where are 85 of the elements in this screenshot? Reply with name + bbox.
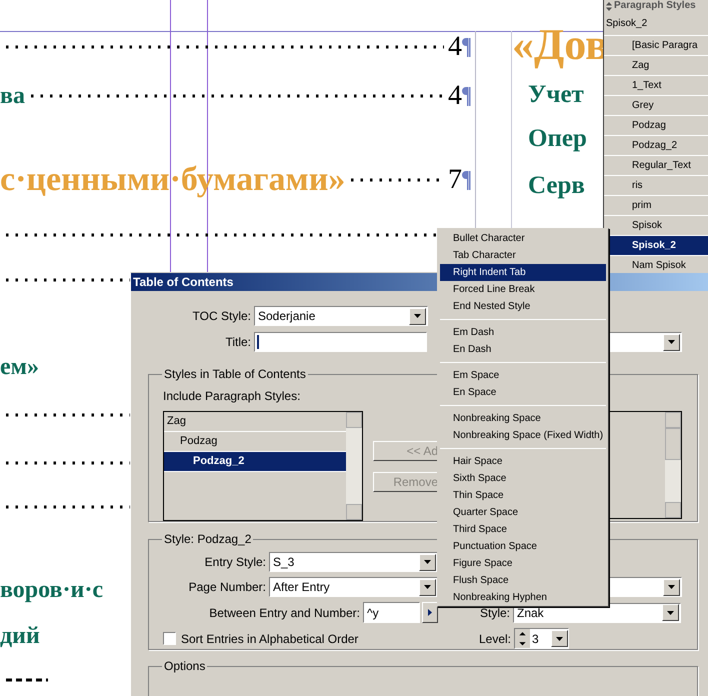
dropdown-button[interactable] [663, 578, 680, 596]
dropdown-arrow-icon [414, 314, 421, 318]
field-label: Title: [224, 334, 252, 351]
style-list-item[interactable]: ris [604, 176, 708, 196]
page-number: 4 [448, 82, 462, 110]
panel-title: Paragraph Styles [614, 1, 696, 11]
dropdown-button[interactable] [419, 554, 436, 570]
menu-item[interactable]: Tab Character [440, 247, 606, 264]
style-list-item[interactable]: Podzag [604, 116, 708, 136]
style-list-item[interactable]: prim [604, 196, 708, 216]
menu-item[interactable]: Quarter Space [440, 504, 606, 521]
menu-item[interactable]: Bullet Character [440, 230, 606, 247]
group-title: Styles in Table of Contents [162, 366, 308, 382]
style-list-item[interactable]: Podzag_2 [604, 136, 708, 156]
right-arrow-icon [428, 609, 432, 616]
entry-text: Опер [528, 126, 587, 151]
scrollbar[interactable] [346, 412, 362, 520]
checkbox-label: Sort Entries in Alphabetical Order [181, 630, 358, 648]
dropdown-arrow-icon [667, 610, 674, 614]
entry-text: воров·и·с [0, 578, 103, 602]
field-label: Between Entry and Number: [208, 604, 361, 622]
dropdown-arrow-icon [556, 636, 563, 640]
menu-item[interactable]: Nonbreaking Space (Fixed Width) [440, 427, 606, 444]
style-list-item[interactable]: Podzag_2 [164, 452, 346, 472]
pilcrow-icon [462, 86, 471, 106]
menu-item[interactable]: En Space [440, 384, 606, 401]
field-label: Entry Style: [204, 554, 267, 571]
entry-text: ва [0, 84, 25, 108]
dropdown[interactable]: Soderjanie [254, 306, 428, 326]
field-label: Include Paragraph Styles: [163, 389, 300, 403]
menu-item[interactable]: Third Space [440, 521, 606, 538]
dropdown-button[interactable] [663, 334, 680, 350]
sort-checkbox[interactable] [163, 632, 176, 645]
menu-item[interactable]: End Nested Style [440, 298, 606, 315]
dropdown-button[interactable] [662, 604, 679, 621]
style-list-item[interactable]: [Basic Paragra [604, 36, 708, 56]
dropdown-arrow-icon [668, 585, 675, 589]
menu-item[interactable]: Sixth Space [440, 470, 606, 487]
dropdown-button[interactable] [409, 308, 426, 324]
menu-item[interactable]: Hair Space [440, 453, 606, 470]
menu-item[interactable]: Nonbreaking Space [440, 410, 606, 427]
text-cursor [257, 335, 259, 349]
insert-menu-button[interactable] [422, 602, 438, 623]
page-number: 4 [448, 33, 462, 61]
style-list-item[interactable]: 1_Text [604, 76, 708, 96]
style-list-item[interactable]: Zag [164, 412, 346, 432]
style-list-item[interactable]: Grey [604, 96, 708, 116]
style-list-item[interactable]: Zag [604, 56, 708, 76]
pilcrow-icon [462, 37, 471, 57]
menu-item[interactable]: Forced Line Break [440, 281, 606, 298]
dropdown[interactable]: S_3 [269, 552, 438, 572]
menu-item[interactable]: Right Indent Tab [440, 264, 606, 281]
entry-text: ем» [0, 355, 39, 379]
menu-item[interactable]: Flush Space [440, 572, 606, 589]
entry-text: Учет [528, 82, 584, 107]
field-label: Style: [478, 604, 511, 622]
field-label: TOC Style: [192, 308, 252, 325]
group-title: Options [162, 658, 208, 674]
collapse-arrows-icon[interactable] [606, 2, 612, 10]
menu-item[interactable]: Em Space [440, 367, 606, 384]
style-list-item[interactable]: Regular_Text [604, 156, 708, 176]
dropdown-button[interactable] [419, 578, 436, 596]
dropdown-arrow-icon [424, 585, 431, 589]
group-title: Style: Podzag_2 [162, 531, 254, 547]
dropdown-arrow-icon [424, 560, 431, 564]
menu-item[interactable]: En Dash [440, 341, 606, 358]
leader-line [4, 678, 48, 682]
entry-text: дий [0, 624, 40, 648]
title-field[interactable] [254, 332, 427, 352]
level-spinner[interactable]: 3 [514, 628, 569, 649]
dropdown-arrow-icon [668, 340, 675, 344]
field-label: Page Number: [188, 579, 267, 596]
menu-item[interactable]: Figure Space [440, 555, 606, 572]
entry-text: Серв [528, 173, 585, 198]
field-label: Level: [478, 630, 512, 648]
dropdown-button[interactable] [551, 630, 568, 647]
current-style: Spisok_2 [606, 17, 648, 31]
menu-item[interactable]: Em Dash [440, 324, 606, 341]
window-title: Table of Contents [133, 274, 234, 291]
page-number: 7 [448, 166, 462, 194]
pilcrow-icon [462, 170, 471, 190]
dropdown[interactable]: After Entry [269, 577, 438, 597]
menu-item[interactable]: Punctuation Space [440, 538, 606, 555]
between-field[interactable]: ^y [363, 602, 420, 623]
menu-item[interactable]: Thin Space [440, 487, 606, 504]
